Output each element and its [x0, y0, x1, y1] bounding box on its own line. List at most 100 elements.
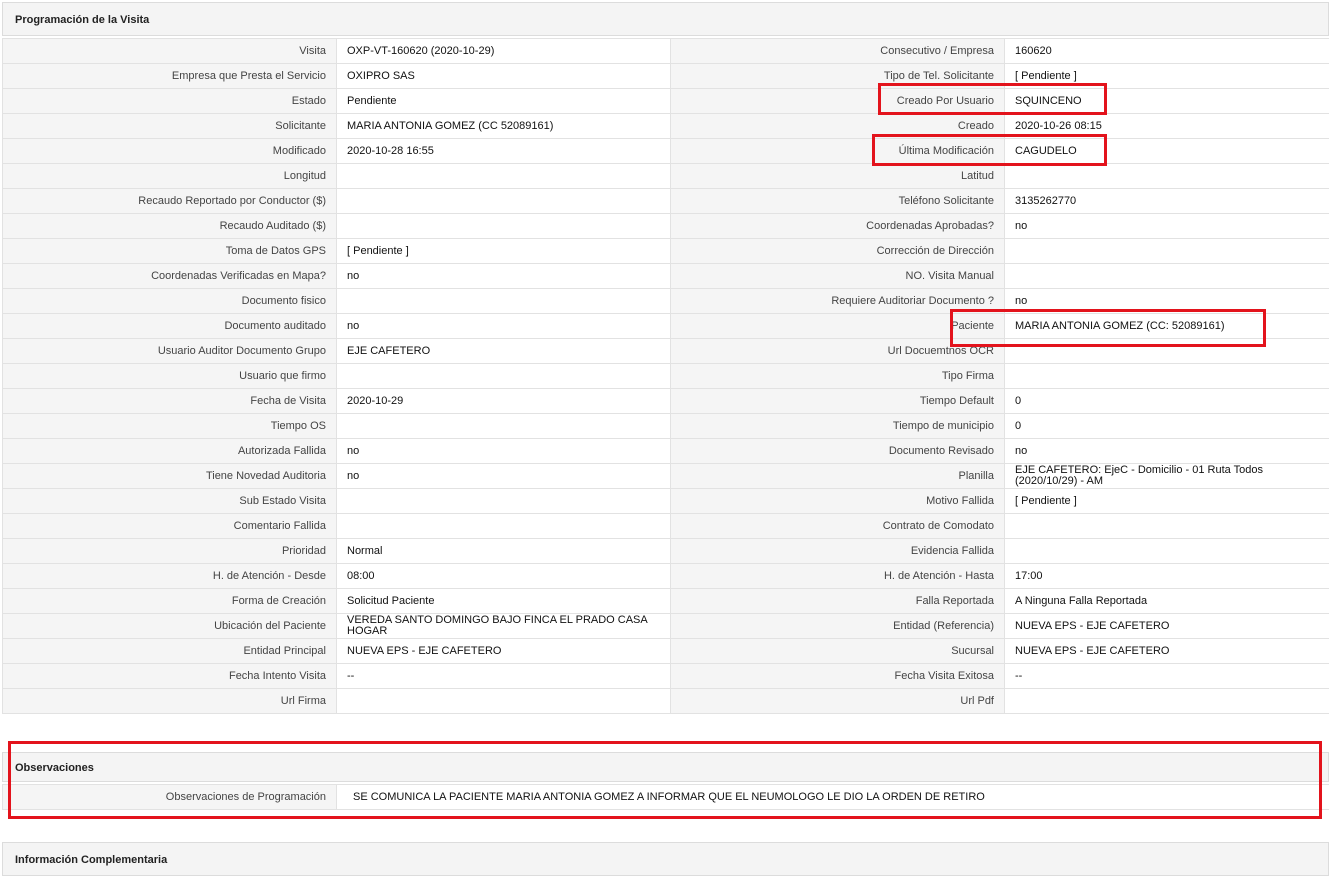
field-value-tipo-de-tel-solicitante: [ Pendiente ] — [1005, 64, 1329, 89]
table-row: Recaudo Auditado ($)Coordenadas Aprobada… — [3, 214, 1329, 239]
field-value-recaudo-reportado-por-conductor — [337, 189, 671, 214]
table-row: EstadoPendienteCreado Por UsuarioSQUINCE… — [3, 89, 1329, 114]
field-label-fecha-visita-exitosa: Fecha Visita Exitosa — [671, 664, 1005, 689]
field-value-planilla: EJE CAFETERO: EjeC - Domicilio - 01 Ruta… — [1005, 464, 1329, 489]
table-row: Documento fisicoRequiere Auditoriar Docu… — [3, 289, 1329, 314]
field-value-coordenadas-verificadas-en-mapa: no — [337, 264, 671, 289]
field-value-tipo-firma — [1005, 364, 1329, 389]
table-row: Longitud Latitud — [3, 164, 1329, 189]
field-label-url-pdf: Url Pdf — [671, 689, 1005, 714]
field-value-no-visita-manual — [1005, 264, 1329, 289]
field-label-sucursal: Sucursal — [671, 639, 1005, 664]
field-label-coordenadas-verificadas-en-mapa: Coordenadas Verificadas en Mapa? — [3, 264, 337, 289]
table-row: Empresa que Presta el ServicioOXIPRO SAS… — [3, 64, 1329, 89]
table-row: Autorizada FallidanoDocumento Revisadono — [3, 439, 1329, 464]
field-value-motivo-fallida: [ Pendiente ] — [1005, 489, 1329, 514]
table-row: Comentario FallidaContrato de Comodato — [3, 514, 1329, 539]
field-label-falla-reportada: Falla Reportada — [671, 589, 1005, 614]
field-value-forma-de-creacion: Solicitud Paciente — [337, 589, 671, 614]
table-row: Fecha Intento Visita--Fecha Visita Exito… — [3, 664, 1329, 689]
field-value-h-de-atencion-desde: 08:00 — [337, 564, 671, 589]
field-value-tiene-novedad-auditoria: no — [337, 464, 671, 489]
field-value-requiere-auditoriar-documento: no — [1005, 289, 1329, 314]
field-label-requiere-auditoriar-documento: Requiere Auditoriar Documento ? — [671, 289, 1005, 314]
field-value-creado: 2020-10-26 08:15 — [1005, 114, 1329, 139]
field-value-toma-de-datos-gps: [ Pendiente ] — [337, 239, 671, 264]
field-value-consecutivo-empresa: 160620 — [1005, 39, 1329, 64]
field-label-autorizada-fallida: Autorizada Fallida — [3, 439, 337, 464]
field-label-creado: Creado — [671, 114, 1005, 139]
field-label-paciente: Paciente — [671, 314, 1005, 339]
field-value-telefono-solicitante: 3135262770 — [1005, 189, 1329, 214]
field-label-tiempo-os: Tiempo OS — [3, 414, 337, 439]
field-label-recaudo-reportado-por-conductor: Recaudo Reportado por Conductor ($) — [3, 189, 337, 214]
field-value-observaciones: SE COMUNICA LA PACIENTE MARIA ANTONIA GO… — [337, 785, 1329, 810]
table-row: SolicitanteMARIA ANTONIA GOMEZ (CC 52089… — [3, 114, 1329, 139]
field-value-url-pdf — [1005, 689, 1329, 714]
field-label-prioridad: Prioridad — [3, 539, 337, 564]
table-row: Fecha de Visita2020-10-29Tiempo Default0 — [3, 389, 1329, 414]
field-label-tiempo-default: Tiempo Default — [671, 389, 1005, 414]
field-value-contrato-de-comodato — [1005, 514, 1329, 539]
field-label-documento-revisado: Documento Revisado — [671, 439, 1005, 464]
field-label-visita: Visita — [3, 39, 337, 64]
field-label-tipo-firma: Tipo Firma — [671, 364, 1005, 389]
section-header-observaciones: Observaciones — [2, 752, 1329, 782]
field-label-h-de-atencion-hasta: H. de Atención - Hasta — [671, 564, 1005, 589]
field-label-tipo-de-tel-solicitante: Tipo de Tel. Solicitante — [671, 64, 1005, 89]
field-label-fecha-de-visita: Fecha de Visita — [3, 389, 337, 414]
field-label-entidad-referencia: Entidad (Referencia) — [671, 614, 1005, 639]
field-value-estado: Pendiente — [337, 89, 671, 114]
table-row: Usuario Auditor Documento GrupoEJE CAFET… — [3, 339, 1329, 364]
field-label-usuario-auditor-documento-grupo: Usuario Auditor Documento Grupo — [3, 339, 337, 364]
field-label-tiene-novedad-auditoria: Tiene Novedad Auditoria — [3, 464, 337, 489]
field-value-visita: OXP-VT-160620 (2020-10-29) — [337, 39, 671, 64]
field-value-tiempo-default: 0 — [1005, 389, 1329, 414]
section-title-observaciones: Observaciones — [15, 762, 94, 774]
field-label-longitud: Longitud — [3, 164, 337, 189]
field-value-modificado: 2020-10-28 16:55 — [337, 139, 671, 164]
field-value-url-firma — [337, 689, 671, 714]
table-row: Documento auditadonoPacienteMARIA ANTONI… — [3, 314, 1329, 339]
field-label-correccion-de-direccion: Corrección de Dirección — [671, 239, 1005, 264]
field-value-url-docuemtnos-ocr — [1005, 339, 1329, 364]
field-value-ubicacion-del-paciente: VEREDA SANTO DOMINGO BAJO FINCA EL PRADO… — [337, 614, 671, 639]
field-value-paciente: MARIA ANTONIA GOMEZ (CC: 52089161) — [1005, 314, 1329, 339]
field-label-evidencia-fallida: Evidencia Fallida — [671, 539, 1005, 564]
field-value-coordenadas-aprobadas: no — [1005, 214, 1329, 239]
field-value-sub-estado-visita — [337, 489, 671, 514]
field-value-sucursal: NUEVA EPS - EJE CAFETERO — [1005, 639, 1329, 664]
field-value-fecha-visita-exitosa: -- — [1005, 664, 1329, 689]
table-row: Tiene Novedad AuditorianoPlanillaEJE CAF… — [3, 464, 1329, 489]
section-header-programacion: Programación de la Visita — [2, 2, 1329, 36]
programacion-table: VisitaOXP-VT-160620 (2020-10-29)Consecut… — [2, 38, 1329, 714]
field-label-solicitante: Solicitante — [3, 114, 337, 139]
field-label-creado-por-usuario: Creado Por Usuario — [671, 89, 1005, 114]
field-value-ultima-modificacion: CAGUDELO — [1005, 139, 1329, 164]
field-label-modificado: Modificado — [3, 139, 337, 164]
table-row: H. de Atención - Desde08:00H. de Atenció… — [3, 564, 1329, 589]
section-title-programacion: Programación de la Visita — [15, 14, 149, 26]
field-value-entidad-referencia: NUEVA EPS - EJE CAFETERO — [1005, 614, 1329, 639]
field-label-usuario-que-firmo: Usuario que firmo — [3, 364, 337, 389]
field-label-latitud: Latitud — [671, 164, 1005, 189]
field-label-telefono-solicitante: Teléfono Solicitante — [671, 189, 1005, 214]
table-row: Toma de Datos GPS[ Pendiente ]Corrección… — [3, 239, 1329, 264]
field-label-tiempo-de-municipio: Tiempo de municipio — [671, 414, 1005, 439]
field-label-url-docuemtnos-ocr: Url Docuemtnos OCR — [671, 339, 1005, 364]
field-value-usuario-auditor-documento-grupo: EJE CAFETERO — [337, 339, 671, 364]
field-label-planilla: Planilla — [671, 464, 1005, 489]
field-value-longitud — [337, 164, 671, 189]
field-value-autorizada-fallida: no — [337, 439, 671, 464]
table-row: Url FirmaUrl Pdf — [3, 689, 1329, 714]
field-value-prioridad: Normal — [337, 539, 671, 564]
section-header-complementaria: Información Complementaria — [2, 842, 1329, 876]
field-label-motivo-fallida: Motivo Fallida — [671, 489, 1005, 514]
table-row: Observaciones de Programación SE COMUNIC… — [3, 785, 1329, 810]
field-label-sub-estado-visita: Sub Estado Visita — [3, 489, 337, 514]
field-value-creado-por-usuario: SQUINCENO — [1005, 89, 1329, 114]
field-label-empresa-que-presta-el-servicio: Empresa que Presta el Servicio — [3, 64, 337, 89]
field-label-forma-de-creacion: Forma de Creación — [3, 589, 337, 614]
table-row: PrioridadNormalEvidencia Fallida — [3, 539, 1329, 564]
field-label-no-visita-manual: NO. Visita Manual — [671, 264, 1005, 289]
